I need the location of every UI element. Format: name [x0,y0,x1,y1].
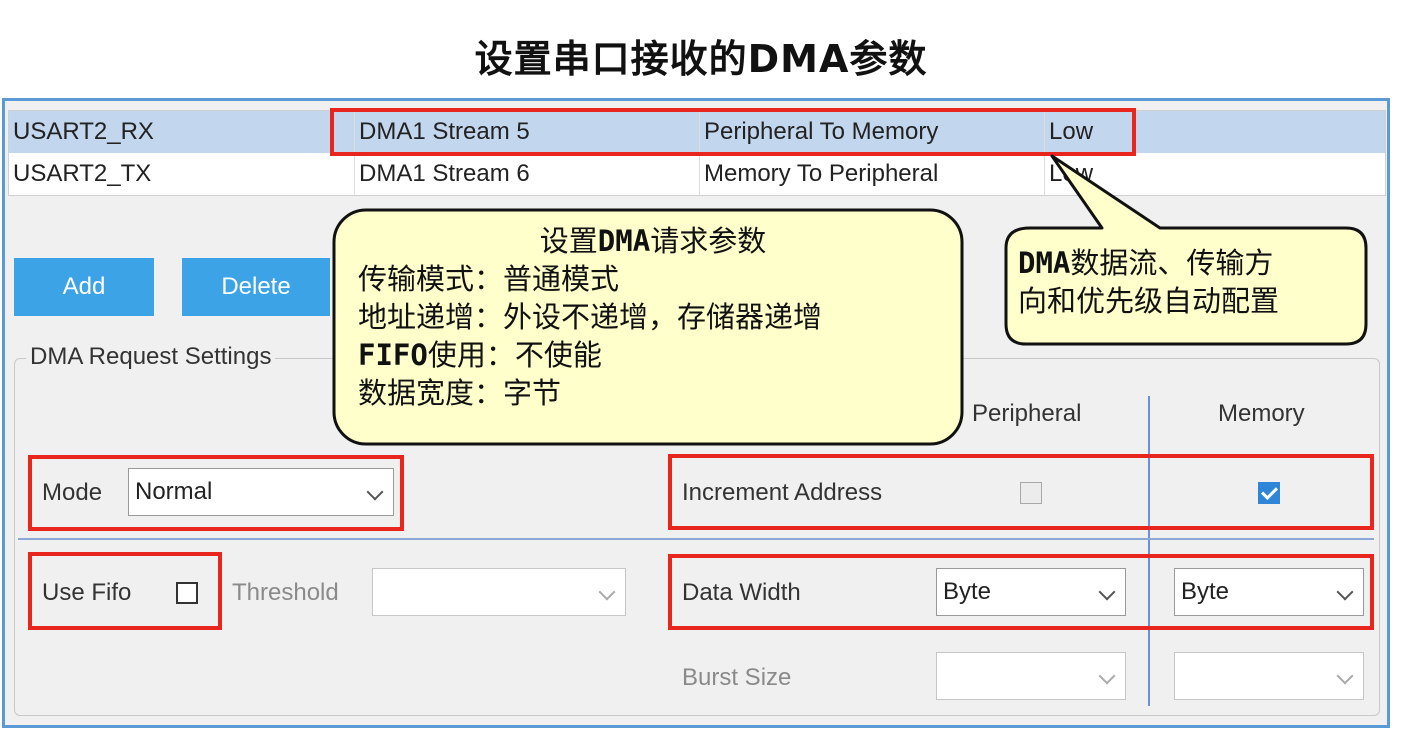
right-callout-line1: DMA数据流、传输方 [1018,246,1274,280]
right-callout-line2: 向和优先级自动配置 [1018,284,1280,318]
left-callout-line4: 数据宽度：字节 [358,376,562,410]
left-callout-line1: 传输模式：普通模式 [358,262,620,296]
right-callout-text: DMA数据流、传输方 向和优先级自动配置 [1018,244,1358,320]
left-callout-line2: 地址递增：外设不递增，存储器递增 [358,300,823,334]
left-callout-line3: FIFO使用：不使能 [358,338,602,372]
left-callout-text: 设置DMA请求参数 传输模式：普通模式 地址递增：外设不递增，存储器递增 FIF… [358,222,948,412]
left-callout-title: 设置DMA请求参数 [539,224,767,258]
